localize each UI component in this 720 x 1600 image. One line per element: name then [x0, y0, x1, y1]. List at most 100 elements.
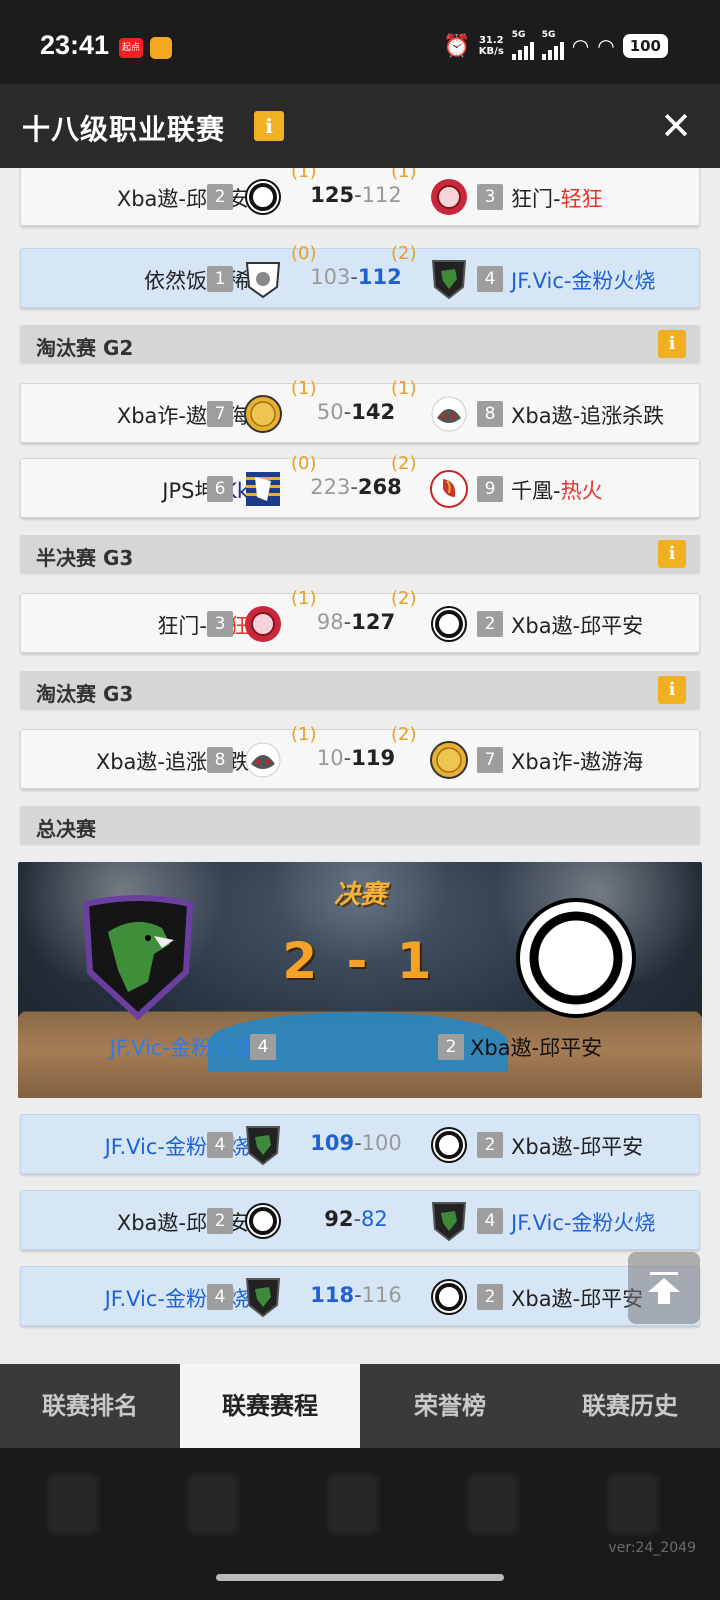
away-team: Xba遨-邱平安: [511, 1287, 644, 1311]
final-banner[interactable]: 决赛 2 - 1 JF.Vic-金粉火烧 4 2 Xba遨-邱平安: [18, 862, 702, 1098]
match-score: 118-116: [310, 1283, 402, 1307]
match-row[interactable]: Xba遨-邱平安 2 92-82 4 JF.Vic-金粉火烧: [20, 1190, 700, 1250]
match-row[interactable]: 狂门-轻狂 3 (1) 98-127 (2) 2 Xba遨-邱平安: [20, 588, 700, 653]
tab-league-history[interactable]: 联赛历史: [540, 1364, 720, 1448]
away-team: 千凰-热火: [511, 479, 603, 503]
home-indicator[interactable]: [216, 1574, 504, 1581]
match-row[interactable]: JPS坤-Kk 6 (0) 223-268 (2) 9 千凰-热火: [20, 453, 700, 518]
info-icon[interactable]: i: [254, 111, 284, 141]
match-score: 92-82: [324, 1207, 388, 1231]
section-header: 总决赛: [20, 806, 700, 844]
griffin-logo-icon: [431, 1202, 467, 1242]
home-team: JPS坤-Kk: [162, 479, 249, 503]
status-time: 23:41: [40, 30, 110, 60]
close-button[interactable]: ✕: [660, 106, 692, 146]
scroll-to-top-button[interactable]: [628, 1252, 700, 1324]
match-row[interactable]: Xba遨-追涨杀跌 8 (1) 10-119 (2) 7 Xba诈-遨游海: [20, 724, 700, 789]
away-wins: (1): [391, 168, 417, 182]
final-right-rank: 2: [438, 1034, 464, 1060]
home-rank: 3: [207, 611, 233, 637]
match-score: 10-119: [316, 746, 396, 770]
away-rank: 8: [477, 401, 503, 427]
tab-honors[interactable]: 荣誉榜: [360, 1364, 540, 1448]
ring-logo-icon: [516, 898, 636, 1018]
section-title: 淘汰赛 G3: [36, 682, 134, 706]
match-score: 125-112: [310, 183, 402, 207]
away-team: Xba诈-遨游海: [511, 750, 644, 774]
away-team: Xba遨-邱平安: [511, 1135, 644, 1159]
away-rank: 4: [477, 266, 503, 292]
ring-logo-icon: [245, 1203, 281, 1239]
away-wins: (2): [391, 453, 417, 474]
app-header: 十八级职业联赛 i ✕: [0, 84, 720, 168]
page-title: 十八级职业联赛: [22, 113, 226, 146]
home-team: 狂门-轻狂: [157, 614, 249, 638]
tab-league-ranking[interactable]: 联赛排名: [0, 1364, 180, 1448]
version-label: ver:24_2049: [608, 1540, 696, 1556]
scroll-top-icon: [650, 1272, 678, 1275]
home-wins: (1): [291, 724, 317, 745]
away-rank: 2: [477, 611, 503, 637]
section-header: 淘汰赛 G3 i: [20, 671, 700, 709]
griffin-logo-icon: [245, 1126, 281, 1166]
phoenix-logo-icon: [430, 470, 468, 508]
match-row[interactable]: 依然饭特稀 1 (0) 103-112 (2) 4 JF.Vic-金粉火烧: [20, 243, 700, 308]
boar-logo-icon: [431, 396, 467, 432]
home-wins: (0): [291, 453, 317, 474]
home-wins: (1): [291, 378, 317, 399]
home-rank: 4: [207, 1132, 233, 1158]
final-right-team: Xba遨-邱平安: [470, 1036, 603, 1060]
schedule-list[interactable]: Xba遨-邱平安 2 (1) 125-112 (1) 3 狂门-轻狂 依然饭特稀…: [0, 168, 720, 1364]
home-rank: 2: [207, 184, 233, 210]
match-row[interactable]: Xba遨-邱平安 2 (1) 125-112 (1) 3 狂门-轻狂: [20, 168, 700, 226]
away-rank: 9: [477, 476, 503, 502]
info-icon[interactable]: i: [658, 330, 686, 358]
shield-logo-icon: [245, 262, 281, 299]
home-rank: 8: [207, 747, 233, 773]
match-score: 103-112: [310, 265, 402, 289]
home-team: 依然饭特稀: [144, 269, 249, 293]
tab-league-schedule[interactable]: 联赛赛程: [180, 1364, 360, 1448]
coin-logo-icon: [244, 395, 282, 433]
away-rank: 3: [477, 184, 503, 210]
griffin-logo-icon: [82, 895, 194, 1021]
battery-icon: 100: [622, 34, 668, 58]
boar-logo-icon: [245, 742, 281, 778]
away-team: Xba遨-追涨杀跌: [511, 404, 665, 428]
info-icon[interactable]: i: [658, 676, 686, 704]
home-wins: (1): [291, 588, 317, 609]
home-rank: 6: [207, 476, 233, 502]
match-score: 50-142: [316, 400, 396, 424]
section-header: 淘汰赛 G2 i: [20, 325, 700, 363]
away-team: 狂门-轻狂: [511, 187, 603, 211]
network-speed: 31.2 KB/s: [478, 35, 504, 57]
griffin-logo-icon: [431, 260, 467, 300]
wifi-icon-2: ◠: [597, 34, 615, 58]
home-rank: 4: [207, 1284, 233, 1310]
match-score: 109-100: [310, 1131, 402, 1155]
away-team: JF.Vic-金粉火烧: [511, 269, 656, 293]
away-wins: (2): [391, 243, 417, 264]
match-row[interactable]: JF.Vic-金粉火烧 4 118-116 2 Xba遨-邱平安: [20, 1266, 700, 1326]
section-title: 总决赛: [36, 817, 96, 841]
match-score: 223-268: [310, 475, 402, 499]
basketball-logo-icon: [245, 606, 281, 642]
signal-icon-2: 5G: [541, 30, 564, 60]
info-icon[interactable]: i: [658, 540, 686, 568]
ring-logo-icon: [431, 606, 467, 642]
home-rank: 7: [207, 401, 233, 427]
wifi-icon: ◠: [571, 34, 590, 58]
away-wins: (2): [391, 588, 417, 609]
match-row[interactable]: Xba诈-遨游海 7 (1) 50-142 (1) 8 Xba遨-追涨杀跌: [20, 378, 700, 443]
away-team: JF.Vic-金粉火烧: [511, 1211, 656, 1235]
away-rank: 7: [477, 747, 503, 773]
bottom-area: ver:24_2049: [0, 1448, 720, 1600]
away-rank: 4: [477, 1208, 503, 1234]
home-rank: 2: [207, 1208, 233, 1234]
ring-logo-icon: [245, 179, 281, 215]
status-bar: 23:41 起点 ⏰ 31.2 KB/s 5G 5G ◠ ◠ 100: [0, 0, 720, 84]
away-rank: 2: [477, 1284, 503, 1310]
bottom-tab-bar: 联赛排名 联赛赛程 荣誉榜 联赛历史: [0, 1364, 720, 1448]
match-row[interactable]: JF.Vic-金粉火烧 4 109-100 2 Xba遨-邱平安: [20, 1114, 700, 1174]
final-left-team: JF.Vic-金粉火烧: [109, 1036, 254, 1060]
